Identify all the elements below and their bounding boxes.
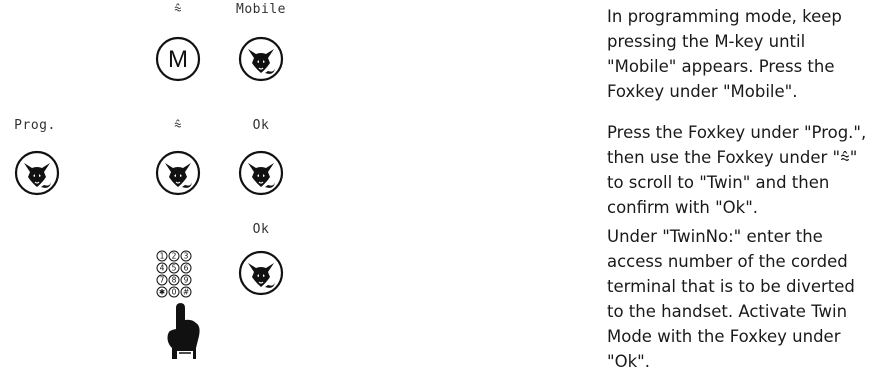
keypad-key-label: 2 bbox=[172, 252, 177, 261]
lcd-label-ok: Ok bbox=[252, 222, 270, 237]
m-key-letter: M bbox=[168, 46, 188, 73]
m-key-icon[interactable]: M bbox=[155, 36, 201, 82]
step-3-instruction: Under "TwinNo:" enter the access number … bbox=[607, 227, 855, 371]
keypad-key-label: 4 bbox=[160, 264, 165, 273]
foxkey-icon[interactable] bbox=[238, 250, 284, 296]
keypad-key-label: 1 bbox=[160, 252, 165, 261]
foxkey-icon[interactable] bbox=[238, 150, 284, 196]
lcd-label-mobile: Mobile bbox=[236, 2, 286, 17]
foxkey-icon[interactable] bbox=[155, 150, 201, 196]
lcd-label-scroll: ⩯ bbox=[173, 118, 183, 133]
hand-pointer-icon bbox=[167, 303, 200, 359]
step-2-instruction: Press the Foxkey under "Prog.", then use… bbox=[607, 123, 867, 217]
keypad-icon[interactable]: 1 2 3 4 5 6 7 8 9 ✱ 0 # bbox=[152, 250, 212, 363]
keypad-key-label: 6 bbox=[184, 264, 189, 273]
lcd-label-ok: Ok bbox=[252, 118, 270, 133]
keypad-key-label: # bbox=[183, 288, 189, 297]
foxkey-icon[interactable] bbox=[238, 36, 284, 82]
keypad-key-label: ✱ bbox=[159, 288, 165, 297]
keypad-key-label: 5 bbox=[172, 264, 177, 273]
lcd-label-scroll: ⩯ bbox=[173, 2, 183, 17]
foxkey-icon[interactable] bbox=[14, 150, 60, 196]
keypad-key-label: 7 bbox=[160, 276, 165, 285]
keypad-key-label: 0 bbox=[172, 288, 177, 297]
lcd-label-prog: Prog. bbox=[14, 118, 56, 133]
keypad-key-label: 3 bbox=[184, 252, 189, 261]
step-1-instruction: In programming mode, keep pressing the M… bbox=[607, 7, 842, 101]
keypad-key-label: 8 bbox=[172, 276, 177, 285]
keypad-key-label: 9 bbox=[184, 276, 189, 285]
